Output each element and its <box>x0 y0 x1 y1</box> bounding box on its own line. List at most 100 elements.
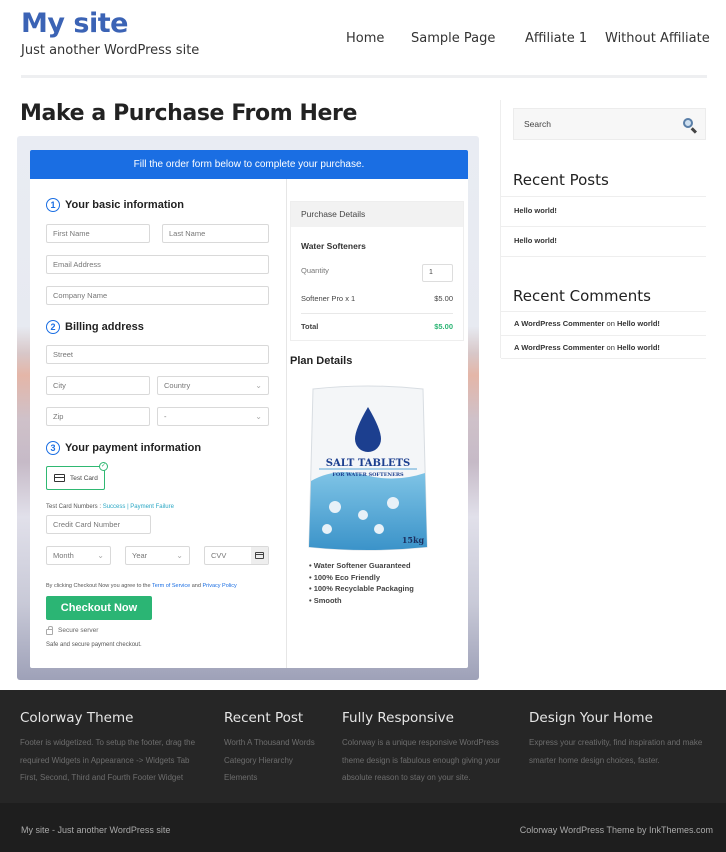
secure-server-label: Secure server <box>58 627 99 634</box>
total-row: Total $5.00 <box>301 322 453 331</box>
test-card-numbers: Test Card Numbers : Success | Payment Fa… <box>46 504 174 510</box>
link-separator: | <box>127 504 129 510</box>
company-input[interactable]: Company Name <box>46 286 269 305</box>
footer-col-title: Design Your Home <box>529 710 653 726</box>
search-icon[interactable] <box>683 118 693 128</box>
card-number-input[interactable]: Credit Card Number <box>46 515 151 534</box>
step-label: Your basic information <box>65 199 184 211</box>
search-placeholder: Search <box>524 119 551 129</box>
page-title: Make a Purchase From Here <box>20 101 357 126</box>
plan-details-title: Plan Details <box>290 355 353 367</box>
city-input[interactable]: City <box>46 376 150 395</box>
recent-posts-title: Recent Posts <box>513 171 609 189</box>
chevron-down-icon: ⌄ <box>97 551 104 560</box>
total-divider <box>301 313 453 314</box>
footer-col-links: Worth A Thousand Words Category Hierarch… <box>224 734 315 787</box>
feature-item: 100% Eco Friendly <box>309 572 414 584</box>
footer-post-link[interactable]: Worth A Thousand Words <box>224 734 315 752</box>
month-select[interactable]: Month ⌄ <box>46 546 111 565</box>
comment-on: on <box>606 319 615 328</box>
nav-without-affiliate[interactable]: Without Affiliate <box>605 31 710 46</box>
recent-post-item[interactable]: Hello world! <box>501 226 706 256</box>
terms-link[interactable]: Term of Service <box>152 583 190 589</box>
step-billing: 2 Billing address <box>46 320 144 334</box>
country-select-value: Country <box>164 381 191 390</box>
check-icon: ✓ <box>99 462 108 471</box>
nav-home[interactable]: Home <box>346 31 384 46</box>
nav-affiliate-1[interactable]: Affiliate 1 <box>525 31 587 46</box>
footer-site-credit[interactable]: My site - Just another WordPress site <box>21 825 170 835</box>
agreement-text: By clicking Checkout Now you agree to th… <box>46 583 237 589</box>
comment-author-link[interactable]: A WordPress Commenter <box>514 343 604 352</box>
footer-line: theme design is fabulous enough giving y… <box>342 755 501 765</box>
site-title[interactable]: My site <box>21 8 128 39</box>
test-card-label: Test Card <box>70 474 98 482</box>
footer-widgets: Colorway Theme Footer is widgetized. To … <box>0 690 726 803</box>
footer-bottom-bar: My site - Just another WordPress site Co… <box>0 803 726 852</box>
state-select-value: - <box>164 412 167 421</box>
step-number-3: 3 <box>46 441 60 455</box>
total-label: Total <box>301 322 319 331</box>
step-payment: 3 Your payment information <box>46 441 201 455</box>
cvv-input[interactable]: CVV <box>204 546 269 565</box>
first-name-input[interactable]: First Name <box>46 224 150 243</box>
footer-line: Colorway is a unique responsive WordPres… <box>342 738 499 747</box>
safe-checkout-text: Safe and secure payment checkout. <box>46 642 142 648</box>
feature-item: 100% Recyclable Packaging <box>309 583 414 595</box>
state-select[interactable]: - ⌄ <box>157 407 269 426</box>
total-value: $5.00 <box>434 322 453 331</box>
footer-line: absolute reason to stay on your site. <box>342 773 471 782</box>
purchase-details-header: Purchase Details <box>291 202 463 227</box>
footer-col-title: Recent Post <box>224 710 304 726</box>
feature-item: Smooth <box>309 595 414 607</box>
privacy-link[interactable]: Privacy Policy <box>202 583 236 589</box>
footer-theme-credit[interactable]: Colorway WordPress Theme by InkThemes.co… <box>520 825 713 835</box>
checkout-now-button[interactable]: Checkout Now <box>46 596 152 620</box>
street-input[interactable]: Street <box>46 345 269 364</box>
footer-col-text: Footer is widgetized. To setup the foote… <box>20 734 195 787</box>
comment-author-link[interactable]: A WordPress Commenter <box>514 319 604 328</box>
chevron-down-icon: ⌄ <box>255 381 262 390</box>
year-select[interactable]: Year ⌄ <box>125 546 190 565</box>
credit-card-icon <box>251 547 268 564</box>
product-group-name: Water Softeners <box>301 241 366 251</box>
footer-post-link[interactable]: Category Hierarchy <box>224 752 315 770</box>
widget-divider <box>501 256 706 257</box>
success-link[interactable]: Success <box>103 504 126 510</box>
secure-server: Secure server <box>46 626 98 635</box>
test-card-numbers-label: Test Card Numbers : <box>46 504 102 510</box>
product-text-title: SALT TABLETS <box>326 458 411 469</box>
step-basic-info: 1 Your basic information <box>46 198 184 212</box>
line-item-price: $5.00 <box>434 294 453 303</box>
checkout-form: Fill the order form below to complete yo… <box>30 150 468 668</box>
test-card-option[interactable]: Test Card ✓ <box>46 462 108 490</box>
payment-failure-link[interactable]: Payment Failure <box>130 504 174 510</box>
product-weight: 15kg <box>402 535 425 545</box>
year-select-value: Year <box>132 551 148 560</box>
email-input[interactable]: Email Address <box>46 255 269 274</box>
search-input[interactable]: Search <box>513 108 706 140</box>
zip-input[interactable]: Zip <box>46 407 150 426</box>
recent-comment-item: A WordPress Commenter on Hello world! <box>501 311 706 335</box>
recent-comments-title: Recent Comments <box>513 287 651 305</box>
country-select[interactable]: Country ⌄ <box>157 376 269 395</box>
form-banner: Fill the order form below to complete yo… <box>30 150 468 179</box>
footer-post-link[interactable]: Elements <box>224 769 315 787</box>
column-divider <box>286 179 287 668</box>
footer-col-text: Colorway is a unique responsive WordPres… <box>342 734 500 787</box>
footer-col-title: Fully Responsive <box>342 710 454 726</box>
comment-post-link[interactable]: Hello world! <box>617 319 660 328</box>
chevron-down-icon: ⌄ <box>176 551 183 560</box>
chevron-down-icon: ⌄ <box>255 412 262 421</box>
agreement-and: and <box>191 583 201 589</box>
comment-post-link[interactable]: Hello world! <box>617 343 660 352</box>
nav-sample-page[interactable]: Sample Page <box>411 31 495 46</box>
footer-line: Footer is widgetized. To setup the foote… <box>20 738 196 747</box>
quantity-input[interactable]: 1 <box>422 264 453 282</box>
step-number-2: 2 <box>46 320 60 334</box>
recent-post-item[interactable]: Hello world! <box>501 196 706 226</box>
last-name-input[interactable]: Last Name <box>162 224 269 243</box>
cvv-placeholder: CVV <box>211 551 227 560</box>
footer-line: required Widgets in Appearance -> Widget… <box>20 755 190 765</box>
recent-comment-item: A WordPress Commenter on Hello world! <box>501 335 706 359</box>
